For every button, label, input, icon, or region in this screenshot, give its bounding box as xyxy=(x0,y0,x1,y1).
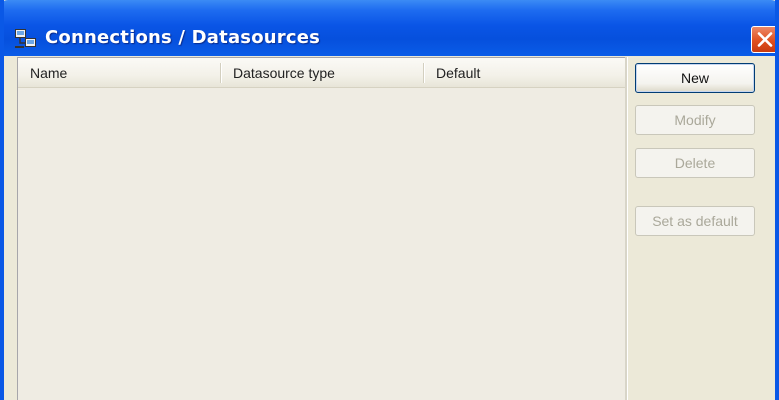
column-header-default-label: Default xyxy=(436,65,481,81)
window-title: Connections / Datasources xyxy=(45,27,321,48)
column-header-name[interactable]: Name xyxy=(18,58,221,87)
column-header-datasource-type-label: Datasource type xyxy=(233,65,335,81)
title-bar[interactable]: Connections / Datasources xyxy=(4,0,775,56)
column-header-name-label: Name xyxy=(30,65,68,81)
close-button[interactable] xyxy=(751,26,775,53)
connections-icon xyxy=(15,29,37,49)
column-header-datasource-type[interactable]: Datasource type xyxy=(221,58,424,87)
new-button[interactable]: New xyxy=(635,63,755,93)
panel-divider xyxy=(625,57,628,400)
modify-button[interactable]: Modify xyxy=(635,105,755,135)
close-icon xyxy=(757,32,773,47)
delete-button[interactable]: Delete xyxy=(635,148,755,178)
connections-dialog: Connections / Datasources Name Datasourc… xyxy=(0,0,779,400)
list-header: Name Datasource type Default xyxy=(18,58,625,88)
datasource-list[interactable]: Name Datasource type Default xyxy=(17,57,625,400)
set-as-default-button[interactable]: Set as default xyxy=(635,206,755,236)
column-header-default[interactable]: Default xyxy=(424,58,625,87)
list-body[interactable] xyxy=(18,88,625,400)
